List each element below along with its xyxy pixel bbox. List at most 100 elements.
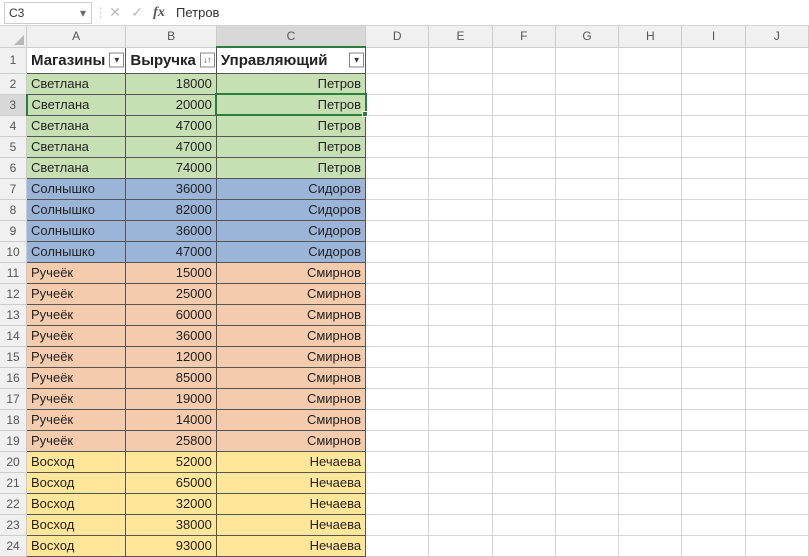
cell[interactable]: [682, 388, 745, 409]
cell[interactable]: [619, 199, 682, 220]
cell[interactable]: [745, 325, 808, 346]
cell[interactable]: 85000: [126, 367, 217, 388]
cell[interactable]: [745, 73, 808, 94]
cell[interactable]: Смирнов: [216, 430, 365, 451]
cell[interactable]: [366, 514, 429, 535]
row-header[interactable]: 17: [0, 388, 27, 409]
cell[interactable]: Смирнов: [216, 325, 365, 346]
row-header[interactable]: 1: [0, 47, 27, 73]
header-cell[interactable]: [745, 47, 808, 73]
cell[interactable]: [619, 115, 682, 136]
cell[interactable]: Солнышко: [27, 199, 126, 220]
cell[interactable]: [619, 136, 682, 157]
cell[interactable]: [366, 136, 429, 157]
cell[interactable]: [429, 199, 492, 220]
cell[interactable]: [492, 262, 555, 283]
cell[interactable]: [682, 409, 745, 430]
cell[interactable]: [745, 220, 808, 241]
cell[interactable]: [555, 472, 618, 493]
cell[interactable]: Сидоров: [216, 241, 365, 262]
cell[interactable]: Восход: [27, 472, 126, 493]
cell[interactable]: [555, 493, 618, 514]
header-cell[interactable]: Управляющий▼: [216, 47, 365, 73]
cell[interactable]: Нечаева: [216, 451, 365, 472]
cell[interactable]: [492, 409, 555, 430]
cell[interactable]: [555, 94, 618, 115]
cell[interactable]: [429, 493, 492, 514]
cell[interactable]: [492, 178, 555, 199]
cell[interactable]: [619, 304, 682, 325]
row-header[interactable]: 8: [0, 199, 27, 220]
cell[interactable]: [492, 115, 555, 136]
cell[interactable]: [366, 304, 429, 325]
cell[interactable]: [429, 157, 492, 178]
cell[interactable]: [555, 514, 618, 535]
row-header[interactable]: 3: [0, 94, 27, 115]
cell[interactable]: [619, 451, 682, 472]
row-header[interactable]: 22: [0, 493, 27, 514]
cell[interactable]: [366, 367, 429, 388]
cell[interactable]: [745, 514, 808, 535]
cell[interactable]: 74000: [126, 157, 217, 178]
header-cell[interactable]: [555, 47, 618, 73]
cell[interactable]: [619, 367, 682, 388]
cell[interactable]: Сидоров: [216, 178, 365, 199]
cell[interactable]: [429, 178, 492, 199]
cell[interactable]: Нечаева: [216, 472, 365, 493]
cell[interactable]: 52000: [126, 451, 217, 472]
cell[interactable]: [366, 409, 429, 430]
row-header[interactable]: 16: [0, 367, 27, 388]
cell[interactable]: [429, 304, 492, 325]
cell[interactable]: [745, 367, 808, 388]
cell[interactable]: 65000: [126, 472, 217, 493]
row-header[interactable]: 15: [0, 346, 27, 367]
cell[interactable]: [682, 472, 745, 493]
cell[interactable]: Сидоров: [216, 199, 365, 220]
cell[interactable]: [555, 283, 618, 304]
cell[interactable]: Смирнов: [216, 262, 365, 283]
cell[interactable]: [682, 178, 745, 199]
cell[interactable]: 36000: [126, 220, 217, 241]
cell[interactable]: Нечаева: [216, 493, 365, 514]
cell[interactable]: [682, 94, 745, 115]
cell[interactable]: [682, 304, 745, 325]
cell[interactable]: [745, 199, 808, 220]
cell[interactable]: Солнышко: [27, 241, 126, 262]
cell[interactable]: [366, 262, 429, 283]
cell[interactable]: [619, 262, 682, 283]
cell[interactable]: [492, 493, 555, 514]
cell[interactable]: [619, 493, 682, 514]
header-cell[interactable]: [619, 47, 682, 73]
cell[interactable]: Светлана: [27, 94, 126, 115]
cell[interactable]: [745, 115, 808, 136]
row-header[interactable]: 20: [0, 451, 27, 472]
fx-icon[interactable]: fx: [148, 2, 170, 24]
cell[interactable]: [745, 304, 808, 325]
cell[interactable]: [619, 514, 682, 535]
cell[interactable]: [745, 472, 808, 493]
cell[interactable]: [745, 136, 808, 157]
cell[interactable]: [429, 514, 492, 535]
confirm-icon[interactable]: ✓: [126, 2, 148, 24]
cell[interactable]: [555, 262, 618, 283]
cell[interactable]: Петров: [216, 136, 365, 157]
filter-dropdown-icon[interactable]: ↓↑: [200, 53, 215, 68]
header-cell[interactable]: [366, 47, 429, 73]
row-header[interactable]: 4: [0, 115, 27, 136]
cell[interactable]: [745, 430, 808, 451]
cell[interactable]: Смирнов: [216, 367, 365, 388]
formula-input[interactable]: Петров: [170, 5, 809, 20]
name-box[interactable]: C3 ▾: [4, 2, 92, 24]
row-header[interactable]: 11: [0, 262, 27, 283]
chevron-down-icon[interactable]: ▾: [77, 5, 89, 21]
cell[interactable]: [492, 220, 555, 241]
cell[interactable]: [492, 346, 555, 367]
cell[interactable]: 18000: [126, 73, 217, 94]
cell[interactable]: [492, 157, 555, 178]
cell[interactable]: 82000: [126, 199, 217, 220]
cell[interactable]: [682, 325, 745, 346]
cell[interactable]: [745, 262, 808, 283]
col-header[interactable]: I: [682, 26, 745, 47]
cell[interactable]: [682, 451, 745, 472]
cell[interactable]: [492, 73, 555, 94]
